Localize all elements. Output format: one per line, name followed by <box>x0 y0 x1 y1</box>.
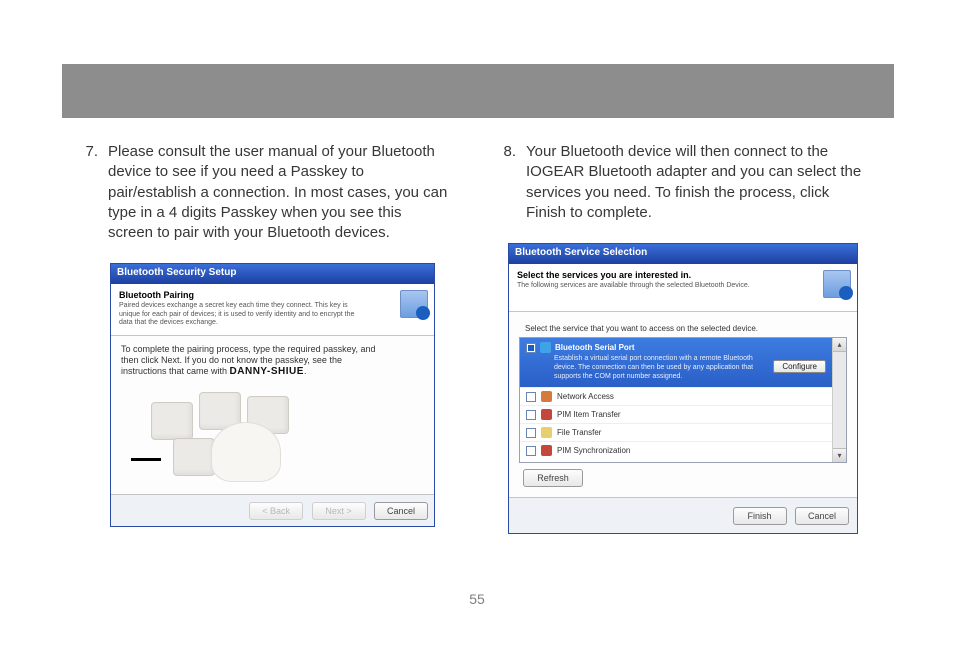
service-item-file-transfer[interactable]: File Transfer <box>520 423 832 441</box>
service-list: Bluetooth Serial Port Establish a virtua… <box>519 337 847 463</box>
bluetooth-badge-icon <box>400 290 428 318</box>
right-column: 8. Your Bluetooth device will then conne… <box>498 142 868 534</box>
scroll-down-arrow-icon[interactable]: ▾ <box>833 448 846 462</box>
security-setup-dialog: Bluetooth Security Setup Bluetooth Pairi… <box>110 263 435 527</box>
service-item-label: File Transfer <box>557 428 601 437</box>
pairing-line3: instructions that came with DANNY-SHIUE. <box>121 366 424 377</box>
service-checkbox[interactable] <box>526 446 536 456</box>
service-footer: Finish Cancel <box>509 497 857 533</box>
pairing-line3-suffix: . <box>304 366 307 376</box>
service-selected-desc: Establish a virtual serial port connecti… <box>554 355 764 381</box>
service-checkbox-selected[interactable] <box>526 343 536 353</box>
service-selection-dialog: Bluetooth Service Selection Select the s… <box>508 243 858 534</box>
pairing-header-subtitle: Paired devices exchange a secret key eac… <box>119 302 369 327</box>
page-number: 55 <box>0 591 954 607</box>
scroll-up-arrow-icon[interactable]: ▴ <box>833 338 846 352</box>
pairing-line3-prefix: instructions that came with <box>121 366 230 376</box>
finish-button[interactable]: Finish <box>733 507 787 525</box>
step-8: 8. Your Bluetooth device will then conne… <box>498 142 868 223</box>
service-item-label: Network Access <box>557 392 614 401</box>
file-transfer-icon <box>541 427 552 438</box>
keyboard-hands-illustration <box>151 392 331 482</box>
service-item-pim-transfer[interactable]: PIM Item Transfer <box>520 405 832 423</box>
serial-port-icon <box>540 342 551 353</box>
network-access-icon <box>541 391 552 402</box>
service-body: Select the service that you want to acce… <box>509 312 857 497</box>
service-item-label: PIM Synchronization <box>557 446 630 455</box>
dialog-header-panel: Bluetooth Pairing Paired devices exchang… <box>111 284 434 336</box>
step-8-text: Your Bluetooth device will then connect … <box>526 142 868 223</box>
content-columns: 7. Please consult the user manual of you… <box>80 142 880 534</box>
step-7: 7. Please consult the user manual of you… <box>80 142 450 243</box>
pairing-body: To complete the pairing process, type th… <box>111 336 434 494</box>
step-7-number: 7. <box>80 142 98 243</box>
cancel-button[interactable]: Cancel <box>795 507 849 525</box>
screenshot-security-setup: Bluetooth Security Setup Bluetooth Pairi… <box>110 263 450 527</box>
screenshot-service-selection: Bluetooth Service Selection Select the s… <box>508 243 868 534</box>
dialog-titlebar: Bluetooth Security Setup <box>111 264 434 284</box>
pairing-line1: To complete the pairing process, type th… <box>121 344 424 354</box>
service-item-selected[interactable]: Bluetooth Serial Port Establish a virtua… <box>520 338 832 387</box>
next-button: Next > <box>312 502 366 520</box>
pim-sync-icon <box>541 445 552 456</box>
back-button: < Back <box>249 502 303 520</box>
header-bar <box>62 64 894 118</box>
dialog-header-panel: Select the services you are interested i… <box>509 264 857 312</box>
left-column: 7. Please consult the user manual of you… <box>80 142 450 534</box>
service-header-title: Select the services you are interested i… <box>517 270 849 280</box>
paired-device-name: DANNY-SHIUE <box>230 366 304 377</box>
service-hint: Select the service that you want to acce… <box>525 324 847 333</box>
refresh-button[interactable]: Refresh <box>523 469 583 487</box>
pairing-footer: < Back Next > Cancel <box>111 494 434 526</box>
pairing-line2: then click Next. If you do not know the … <box>121 355 424 365</box>
service-item-label: PIM Item Transfer <box>557 410 621 419</box>
refresh-wrap: Refresh <box>519 469 847 487</box>
configure-button[interactable]: Configure <box>773 360 826 373</box>
step-8-number: 8. <box>498 142 516 223</box>
service-scrollbar[interactable]: ▴ ▾ <box>832 338 846 462</box>
service-item-pim-sync[interactable]: PIM Synchronization <box>520 441 832 459</box>
service-checkbox[interactable] <box>526 392 536 402</box>
step-7-text: Please consult the user manual of your B… <box>108 142 450 243</box>
service-checkbox[interactable] <box>526 428 536 438</box>
bluetooth-badge-icon <box>823 270 851 298</box>
service-selected-title: Bluetooth Serial Port <box>555 343 635 352</box>
pairing-header-title: Bluetooth Pairing <box>119 290 426 300</box>
cancel-button[interactable]: Cancel <box>374 502 428 520</box>
dialog-titlebar: Bluetooth Service Selection <box>509 244 857 264</box>
service-header-subtitle: The following services are available thr… <box>517 282 767 290</box>
passkey-input-caret[interactable] <box>131 458 161 461</box>
service-checkbox[interactable] <box>526 410 536 420</box>
pim-transfer-icon <box>541 409 552 420</box>
service-item-network-access[interactable]: Network Access <box>520 387 832 405</box>
